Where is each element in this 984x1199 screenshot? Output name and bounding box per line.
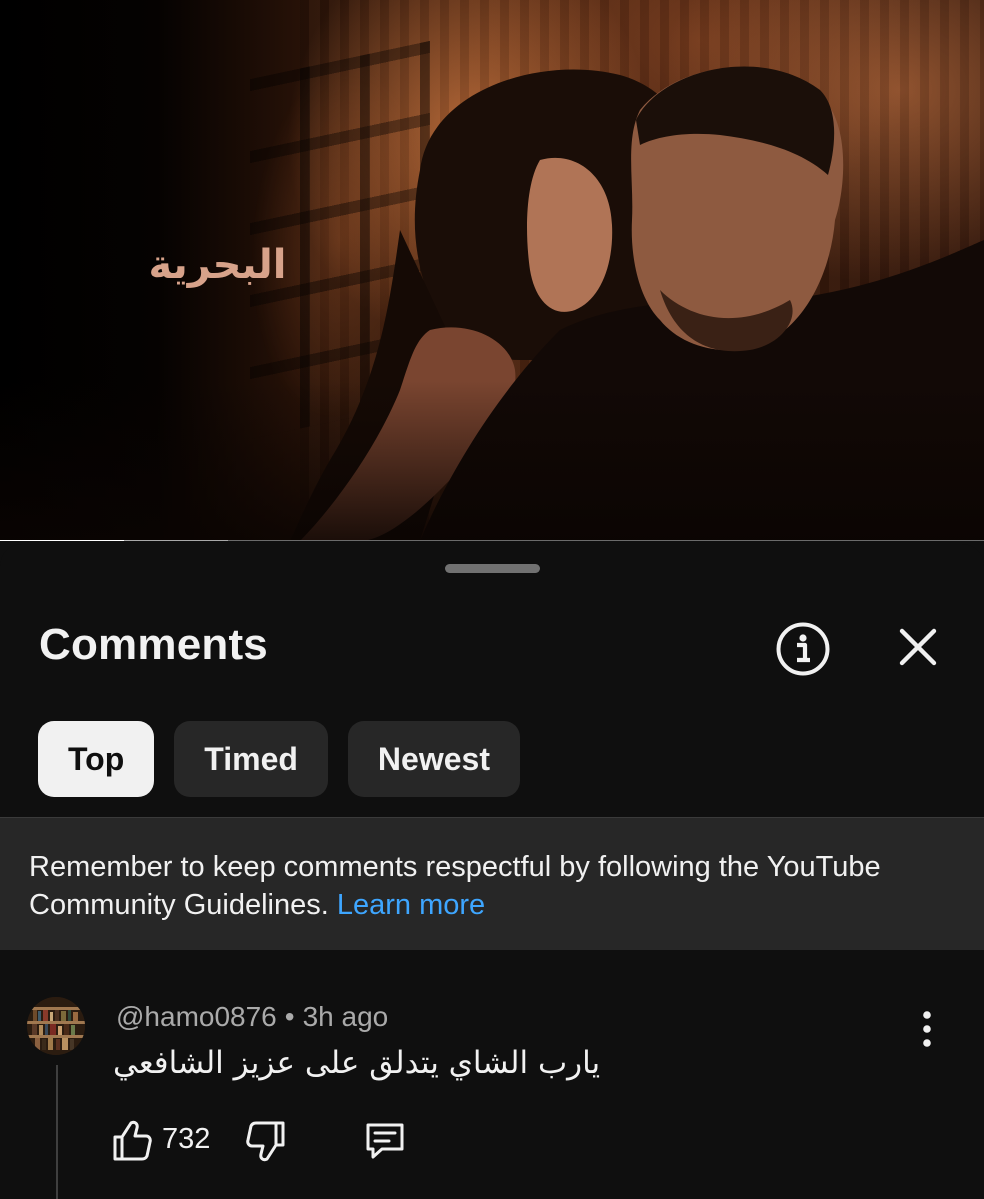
comment-time: 3h ago [302, 1001, 389, 1032]
like-button[interactable] [112, 1117, 152, 1163]
sort-chip-timed[interactable]: Timed [174, 721, 328, 797]
sort-chips: Top Timed Newest [38, 721, 520, 797]
reply-button[interactable] [364, 1119, 406, 1163]
close-button[interactable] [889, 618, 947, 676]
thumbs-up-icon [113, 1120, 152, 1161]
bookshelf-avatar-image [27, 997, 85, 1055]
comment-text: يارب الشاي يتدلق على عزيز الشافعي [113, 1045, 601, 1081]
close-icon [899, 628, 937, 666]
video-bottom-shade [0, 381, 984, 541]
more-vert-icon [923, 1011, 931, 1047]
comment-meta: @hamo0876 • 3h ago [116, 1001, 388, 1033]
comment-more-button[interactable] [908, 1007, 946, 1051]
comments-title: Comments [39, 620, 268, 669]
drag-handle[interactable] [445, 564, 540, 573]
sort-chip-top[interactable]: Top [38, 721, 155, 797]
community-guidelines-banner: Remember to keep comments respectful by … [0, 817, 984, 950]
info-button[interactable] [772, 618, 834, 680]
avatar[interactable] [27, 997, 85, 1055]
meta-separator: • [284, 1001, 295, 1032]
comment-author[interactable]: @hamo0876 [116, 1001, 277, 1032]
like-count: 732 [162, 1123, 211, 1155]
video-title-art: البحرية [148, 242, 287, 288]
video-player[interactable]: البحرية [0, 0, 984, 541]
comments-sheet: Comments Top Timed Newest Remember to keep… [0, 544, 984, 1199]
sort-chip-newest[interactable]: Newest [347, 721, 520, 797]
comments-header: Comments [0, 614, 984, 678]
info-circle-icon [776, 622, 830, 676]
thread-line [56, 1065, 58, 1199]
reply-icon [366, 1123, 404, 1159]
thumbs-down-icon [246, 1121, 285, 1162]
video-progress-bar[interactable] [0, 540, 984, 541]
dislike-button[interactable] [246, 1119, 286, 1165]
comment-item: @hamo0876 • 3h ago يارب الشاي يتدلق على عز… [0, 993, 984, 1199]
video-played-bar [0, 540, 124, 541]
learn-more-link[interactable]: Learn more [337, 889, 485, 921]
